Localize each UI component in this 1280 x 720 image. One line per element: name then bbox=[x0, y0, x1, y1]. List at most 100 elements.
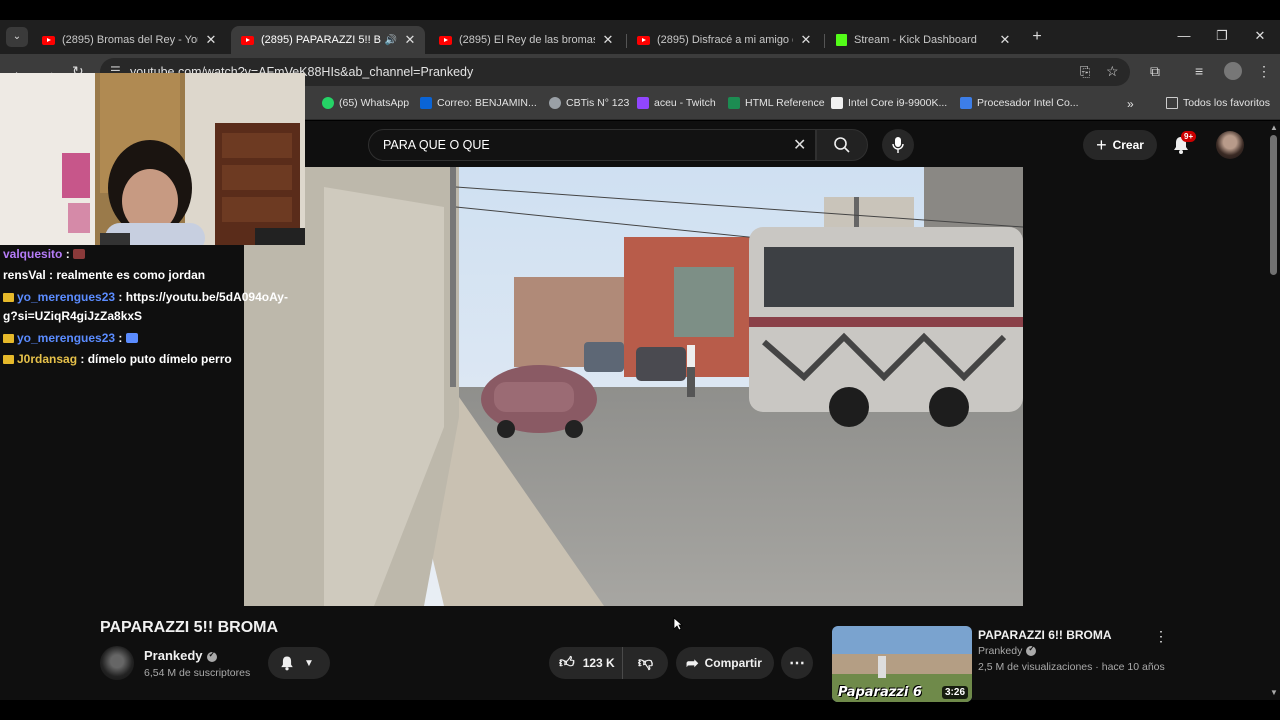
bell-ringing-icon bbox=[281, 656, 293, 671]
chat-message: yo_merengues23 : https://youtu.be/5dA094… bbox=[3, 288, 288, 307]
extensions-icon[interactable]: ⧉ bbox=[1150, 63, 1160, 80]
bookmark-whatsapp[interactable]: (65) WhatsApp bbox=[322, 97, 409, 109]
recommended-channel-name: Prankedy bbox=[978, 645, 1023, 657]
bookmark-label: Intel Core i9-9900K... bbox=[848, 97, 948, 109]
youtube-favicon-icon bbox=[42, 35, 55, 45]
youtube-favicon-icon bbox=[241, 35, 254, 45]
globe-icon bbox=[549, 97, 561, 109]
close-tab-icon[interactable]: ✕ bbox=[403, 32, 417, 48]
tab-search-button[interactable]: ⌄ bbox=[6, 27, 28, 47]
chat-message: rensVal : realmente es como jordan bbox=[3, 268, 206, 282]
bookmark-label: HTML Reference bbox=[745, 97, 825, 109]
more-bookmarks-icon[interactable]: » bbox=[1127, 97, 1134, 111]
chat-message: J0rdansag : dímelo puto dímelo perro bbox=[3, 350, 232, 369]
new-tab-button[interactable]: + bbox=[1028, 28, 1046, 46]
outlook-icon bbox=[420, 97, 432, 109]
dislike-button[interactable]: 👎︎ bbox=[623, 647, 668, 679]
tab-disfrace-amigo[interactable]: (2895) Disfracé a mi amigo de N ✕ bbox=[627, 26, 821, 54]
menu-kebab-icon[interactable]: ⋮ bbox=[1257, 63, 1271, 80]
like-dislike-group: 👍︎ 123 K 👎︎ bbox=[549, 647, 668, 679]
tab-el-rey-de-las-bromas[interactable]: (2895) El Rey de las bromas - YouTube ✕ bbox=[429, 26, 623, 54]
bookmark-label: Correo: BENJAMIN... bbox=[437, 97, 537, 109]
share-button[interactable]: ➦ Compartir bbox=[676, 647, 774, 679]
bookmark-cbtis[interactable]: CBTis N° 123 bbox=[549, 97, 629, 109]
twitch-icon bbox=[637, 97, 649, 109]
close-tab-icon[interactable]: ✕ bbox=[998, 32, 1012, 48]
search-button[interactable] bbox=[816, 129, 868, 161]
chat-username: rensVal bbox=[3, 268, 46, 282]
media-controls-icon[interactable]: ≡ bbox=[1195, 63, 1203, 79]
subscribed-notifications-button[interactable]: ▼ bbox=[268, 647, 330, 679]
channel-avatar[interactable] bbox=[100, 646, 134, 680]
profile-icon[interactable] bbox=[1224, 62, 1242, 80]
search-input[interactable]: PARA QUE O QUE ✕ bbox=[368, 129, 816, 161]
scroll-up-arrow-icon[interactable]: ▲ bbox=[1270, 123, 1278, 132]
verified-icon bbox=[206, 650, 217, 662]
install-app-icon[interactable]: ⎘ bbox=[1080, 64, 1090, 80]
scrollbar-thumb[interactable] bbox=[1270, 135, 1277, 275]
clear-search-icon[interactable]: ✕ bbox=[793, 135, 806, 155]
tab-bromas-del-rey[interactable]: (2895) Bromas del Rey - YouTube ✕ bbox=[32, 26, 226, 54]
speaker-icon[interactable]: 🔊 bbox=[385, 35, 397, 46]
voice-search-button[interactable] bbox=[882, 129, 914, 161]
tab-paparazzi-5[interactable]: (2895) PAPARAZZI 5!! BROMA 🔊 ✕ bbox=[231, 26, 425, 54]
bookmark-label: CBTis N° 123 bbox=[566, 97, 630, 109]
close-tab-icon[interactable]: ✕ bbox=[204, 32, 218, 48]
recommended-thumbnail[interactable]: Paparazzi 6 3:26 bbox=[832, 626, 972, 702]
tab-strip: ⌄ (2895) Bromas del Rey - YouTube ✕ (289… bbox=[0, 20, 1280, 54]
create-button[interactable]: + Crear bbox=[1083, 130, 1157, 160]
plus-icon: + bbox=[1096, 135, 1107, 155]
restore-icon[interactable]: ❐ bbox=[1212, 28, 1232, 46]
subscriber-badge-icon bbox=[3, 334, 14, 343]
mouse-cursor-icon bbox=[673, 617, 683, 631]
video-player[interactable] bbox=[244, 167, 1023, 606]
page-scrollbar[interactable]: ▲ ▼ bbox=[1268, 121, 1280, 700]
folder-icon bbox=[1166, 97, 1178, 109]
chat-username: J0rdansag bbox=[17, 352, 78, 366]
close-window-icon[interactable]: ✕ bbox=[1250, 28, 1270, 46]
search-icon bbox=[834, 137, 850, 153]
recommended-title[interactable]: PAPARAZZI 6!! BROMA bbox=[978, 628, 1112, 642]
w3-icon bbox=[728, 97, 740, 109]
account-avatar[interactable] bbox=[1216, 131, 1244, 159]
share-arrow-icon: ➦ bbox=[686, 655, 699, 672]
bookmark-star-icon[interactable]: ☆ bbox=[1106, 63, 1119, 80]
all-bookmarks[interactable]: Todos los favoritos bbox=[1166, 97, 1270, 109]
like-button[interactable]: 👍︎ 123 K bbox=[549, 647, 623, 679]
bookmark-twitch[interactable]: aceu - Twitch bbox=[637, 97, 716, 109]
tab-label: (2895) Disfracé a mi amigo de N bbox=[657, 34, 793, 46]
chat-text: dímelo puto dímelo perro bbox=[87, 352, 232, 366]
tab-kick-dashboard[interactable]: Stream - Kick Dashboard ✕ bbox=[826, 26, 1020, 54]
bookmark-procesador-intel[interactable]: Procesador Intel Co... bbox=[960, 97, 1079, 109]
bookmark-html-reference[interactable]: HTML Reference bbox=[728, 97, 825, 109]
scroll-down-arrow-icon[interactable]: ▼ bbox=[1270, 688, 1278, 697]
chat-text: g?si=UZiqR4giJzZa8kxS bbox=[3, 309, 143, 323]
search-query: PARA QUE O QUE bbox=[383, 138, 490, 152]
bookmark-correo[interactable]: Correo: BENJAMIN... bbox=[420, 97, 537, 109]
webcam-image bbox=[0, 73, 305, 245]
recommended-channel[interactable]: Prankedy bbox=[978, 644, 1037, 657]
webcam-overlay bbox=[0, 73, 305, 245]
close-tab-icon[interactable]: ✕ bbox=[601, 32, 615, 48]
chat-username: valquesito bbox=[3, 247, 63, 261]
thumbnail-text: Paparazzi 6 bbox=[838, 685, 922, 700]
youtube-favicon-icon bbox=[439, 35, 452, 45]
chat-message: yo_merengues23 : bbox=[3, 329, 138, 348]
channel-name-text: Prankedy bbox=[144, 648, 203, 663]
bookmark-label: (65) WhatsApp bbox=[339, 97, 410, 109]
recommended-menu-icon[interactable]: ⋮ bbox=[1154, 628, 1168, 645]
subscriber-badge-icon bbox=[3, 293, 14, 302]
minimize-icon[interactable]: — bbox=[1174, 28, 1194, 46]
chevron-down-icon: ▼ bbox=[304, 657, 314, 669]
close-tab-icon[interactable]: ✕ bbox=[799, 32, 813, 48]
chat-username: yo_merengues23 bbox=[17, 331, 116, 345]
verified-icon bbox=[1026, 644, 1037, 657]
bookmark-intel-core[interactable]: Intel Core i9-9900K... bbox=[831, 97, 947, 109]
chat-message: valquesito : bbox=[3, 245, 86, 264]
video-frame bbox=[244, 167, 1023, 606]
more-actions-button[interactable]: ⋯ bbox=[781, 647, 813, 679]
chat-text: https://youtu.be/5dA094oAy- bbox=[125, 290, 288, 304]
chat-text: realmente es como jordan bbox=[56, 268, 206, 282]
channel-name[interactable]: Prankedy bbox=[144, 648, 217, 663]
create-label: Crear bbox=[1112, 138, 1144, 152]
